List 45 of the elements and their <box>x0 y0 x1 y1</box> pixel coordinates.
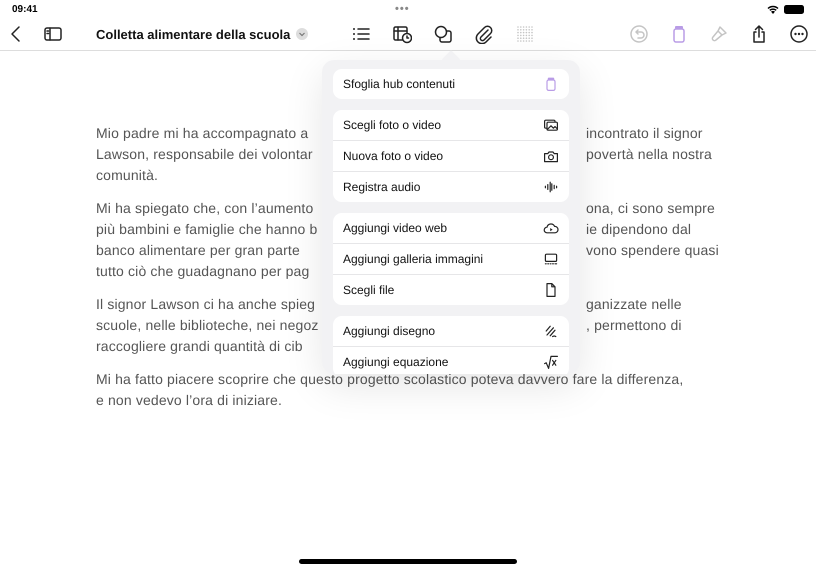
shapes-icon <box>433 24 454 44</box>
text-line: ie dipendono dal <box>586 220 692 239</box>
text-line: ganizzate nelle <box>586 295 682 314</box>
text-line: Il signor Lawson ci ha anche spieg <box>96 295 316 314</box>
grid-icon <box>515 24 536 44</box>
text-line: Mi ha spiegato che, con l’aumento <box>96 199 314 218</box>
text-line: Lawson, responsabile dei volontar <box>96 145 313 164</box>
status-time: 09:41 <box>12 4 38 14</box>
text-line: Mio padre mi ha accompagnato a <box>96 124 308 143</box>
brush-icon <box>709 24 729 44</box>
menu-item[interactable]: Aggiungi disegno <box>333 316 569 346</box>
menu-item[interactable]: Aggiungi video web <box>333 213 569 243</box>
photos-icon <box>543 117 559 133</box>
paperclip-icon <box>474 24 494 44</box>
text-line: raccogliere grandi quantità di cib <box>96 337 303 356</box>
text-line: scuole, nelle biblioteche, nei negoz <box>96 316 319 335</box>
text-line: vono spendere quasi <box>586 241 719 260</box>
menu-item[interactable]: Scegli file <box>333 274 569 305</box>
text-line: tutto ciò che guadagnano per pag <box>96 262 310 281</box>
chevron-icon <box>296 28 308 40</box>
more-icon <box>789 24 809 44</box>
gallery-icon <box>543 251 559 267</box>
undo-icon <box>629 24 649 44</box>
text-line: più bambini e famiglie che hanno b <box>96 220 318 239</box>
document-title[interactable]: Colletta alimentare della scuola <box>96 26 308 42</box>
battery-icon <box>784 4 804 14</box>
square-root-icon <box>543 354 559 370</box>
text-line: banco alimentare per gran parte <box>96 241 300 260</box>
menu-item[interactable]: Aggiungi equazione <box>333 346 569 374</box>
waveform-icon <box>543 179 559 195</box>
wifi-icon <box>766 4 779 14</box>
window-handle[interactable]: ••• <box>395 3 410 15</box>
text-line: incontrato il signor <box>586 124 703 143</box>
text-line: povertà nella nostra <box>586 145 712 164</box>
text-line: , permettono di <box>586 316 682 335</box>
menu-item[interactable]: Nuova foto o video <box>333 140 569 171</box>
table-clock-icon <box>392 24 412 44</box>
menu-item[interactable]: Scegli foto o video <box>333 110 569 140</box>
text-line: comunità. <box>96 166 158 185</box>
scribble-icon <box>543 323 559 339</box>
text-line: ona, ci sono sempre <box>586 199 715 218</box>
menu-item[interactable]: Aggiungi galleria immagini <box>333 243 569 274</box>
text-line: e non vedevo l’ora di iniziare. <box>96 391 282 410</box>
menu-item[interactable]: Sfoglia hub contenuti <box>333 69 569 99</box>
menu-item[interactable]: Registra audio <box>333 171 569 202</box>
